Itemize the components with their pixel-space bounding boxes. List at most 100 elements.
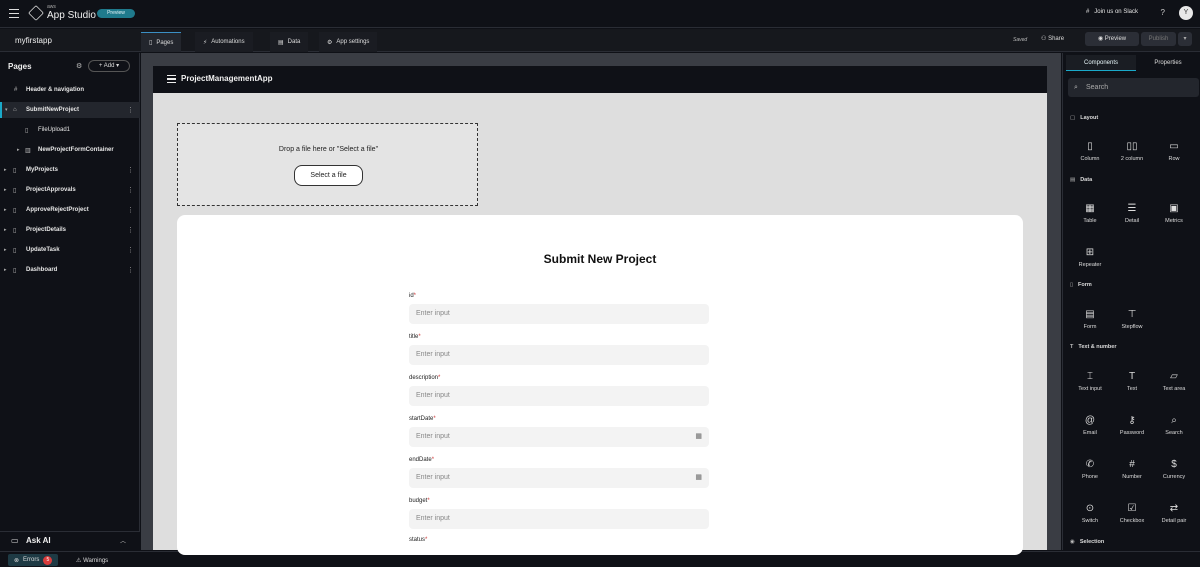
more-icon[interactable]: ⋮ (127, 106, 134, 114)
component-text-area[interactable]: ▱ Text area (1153, 371, 1195, 392)
title-input[interactable]: Enter input (409, 345, 709, 365)
avatar[interactable]: Y (1179, 6, 1193, 20)
component-switch[interactable]: ⊙ Switch (1069, 503, 1111, 524)
page-icon: ▯ (13, 207, 17, 214)
page-icon: ▯ (13, 227, 17, 234)
gear-icon[interactable]: ⚙ (76, 62, 82, 70)
component-form[interactable]: ▤ Form (1069, 309, 1111, 330)
chevron-up-icon[interactable]: ︿ (120, 536, 126, 545)
chevron-down-icon: ▾ (5, 107, 8, 113)
sidebar-item-updatetask[interactable]: ▸ ▯ UpdateTask ⋮ (0, 242, 140, 258)
component-number[interactable]: # Number (1111, 459, 1153, 480)
text-icon: T (1128, 371, 1136, 382)
component-email[interactable]: @ Email (1069, 415, 1111, 436)
chevron-down-icon[interactable]: ▾ (1178, 32, 1192, 46)
component-stepflow[interactable]: ⊤ Stepflow (1111, 309, 1153, 330)
more-icon[interactable]: ⋮ (127, 186, 134, 194)
help-icon[interactable]: ? (1161, 8, 1165, 17)
sidebar-item-projectapprovals[interactable]: ▸ ▯ ProjectApprovals ⋮ (0, 182, 140, 198)
layout-icon: ▢ (1070, 115, 1076, 121)
tab-components[interactable]: Components (1066, 55, 1136, 71)
container-icon: ▥ (25, 147, 31, 154)
component-column[interactable]: ▯ Column (1069, 141, 1111, 162)
sidebar-item-fileupload1[interactable]: ▯ FileUpload1 (0, 122, 140, 138)
id-input[interactable]: Enter input (409, 304, 709, 324)
component-text[interactable]: T Text (1111, 371, 1153, 392)
pages-title: Pages (8, 62, 32, 71)
app-preview-frame: ProjectManagementApp Drop a file here or… (153, 66, 1047, 555)
component-currency[interactable]: $ Currency (1153, 459, 1195, 480)
sidebar-item-myprojects[interactable]: ▸ ▯ MyProjects ⋮ (0, 162, 140, 178)
description-input[interactable]: Enter input (409, 386, 709, 406)
component-table[interactable]: ▦ Table (1069, 203, 1111, 224)
component-detail[interactable]: ☰ Detail (1111, 203, 1153, 224)
slack-link[interactable]: # Join us on Slack (1086, 9, 1138, 15)
sidebar-item-submitnewproject[interactable]: ▾ ⌂ SubmitNewProject ⋮ (0, 102, 140, 118)
enddate-input[interactable]: Enter input ▦ (409, 468, 709, 488)
top-bar: aws App Studio Preview # Join us on Slac… (0, 0, 1200, 28)
home-icon: ⌂ (13, 107, 17, 113)
component-detail-pair[interactable]: ⇄ Detail pair (1153, 503, 1195, 524)
component-password[interactable]: ⚷ Password (1111, 415, 1153, 436)
more-icon[interactable]: ⋮ (127, 266, 134, 274)
calendar-icon[interactable]: ▦ (695, 427, 702, 447)
sidebar-item-projectdetails[interactable]: ▸ ▯ ProjectDetails ⋮ (0, 222, 140, 238)
tab-app-settings[interactable]: ⚙ App settings (319, 32, 378, 52)
component-row[interactable]: ▭ Row (1153, 141, 1195, 162)
publish-button[interactable]: Publish (1141, 32, 1176, 46)
text-input-icon: ⌶ (1087, 371, 1093, 382)
field-label-budget: budget* (409, 498, 430, 504)
share-button[interactable]: ⚇ Share (1041, 35, 1064, 42)
sidebar-item-header-navigation[interactable]: # Header & navigation (0, 82, 140, 98)
select-file-button[interactable]: Select a file (294, 165, 363, 186)
component-phone[interactable]: ✆ Phone (1069, 459, 1111, 480)
ask-ai-label: Ask AI (26, 536, 51, 545)
more-icon[interactable]: ⋮ (127, 206, 134, 214)
tab-pages[interactable]: ▯ Pages (141, 32, 182, 52)
menu-icon[interactable] (167, 75, 176, 83)
more-icon[interactable]: ⋮ (127, 166, 134, 174)
errors-button[interactable]: ⊗ Errors 5 (8, 554, 59, 566)
more-icon[interactable]: ⋮ (127, 246, 134, 254)
budget-input[interactable]: Enter input (409, 509, 709, 529)
file-drop-zone[interactable]: Drop a file here or "Select a file" Sele… (177, 123, 478, 206)
sidebar-item-dashboard[interactable]: ▸ ▯ Dashboard ⋮ (0, 262, 140, 278)
dollar-icon: $ (1171, 459, 1177, 470)
slack-icon: # (1085, 9, 1090, 15)
tab-label: Automations (211, 39, 245, 45)
calendar-icon[interactable]: ▦ (695, 468, 702, 488)
tab-properties[interactable]: Properties (1136, 55, 1200, 71)
ask-ai-panel[interactable]: ▭ Ask AI ︿ (0, 531, 140, 550)
tab-automations[interactable]: ⚡ Automations (195, 32, 253, 52)
form-icon: ▯ (1070, 282, 1074, 288)
preview-button[interactable]: ◉ Preview (1085, 32, 1139, 46)
component-2-column[interactable]: ▯▯ 2 column (1111, 141, 1153, 162)
chat-icon: ▭ (11, 536, 19, 545)
at-sign-icon: @ (1084, 415, 1096, 426)
gear-icon: ⚙ (327, 39, 333, 46)
component-search[interactable]: ⌕ Search (1153, 415, 1195, 436)
component-repeater[interactable]: ⊞ Repeater (1069, 247, 1111, 268)
table-icon: ▦ (1085, 203, 1095, 214)
text-icon: T (1070, 344, 1074, 350)
chevron-right-icon: ▸ (17, 147, 20, 153)
chevron-right-icon: ▸ (4, 267, 7, 273)
chevron-right-icon: ▸ (4, 247, 7, 253)
component-text-input[interactable]: ⌶ Text input (1069, 371, 1111, 392)
section-data: ▤ Data (1070, 177, 1093, 183)
more-icon[interactable]: ⋮ (127, 226, 134, 234)
app-title: App Studio (47, 10, 96, 21)
warnings-button[interactable]: ⚠ Warnings (76, 557, 108, 564)
selection-icon: ◉ (1070, 539, 1075, 545)
add-page-button[interactable]: + Add ▾ (88, 60, 130, 72)
tab-data[interactable]: ▤ Data (270, 32, 309, 52)
component-checkbox[interactable]: ☑ Checkbox (1111, 503, 1153, 524)
section-form: ▯ Form (1070, 282, 1092, 288)
menu-icon[interactable] (9, 9, 19, 18)
startdate-input[interactable]: Enter input ▦ (409, 427, 709, 447)
sidebar-item-newprojectformcontainer[interactable]: ▸ ▥ NewProjectFormContainer (0, 142, 140, 158)
component-metrics[interactable]: ▣ Metrics (1153, 203, 1195, 224)
sidebar-item-approverejectproject[interactable]: ▸ ▯ ApproveRejectProject ⋮ (0, 202, 140, 218)
component-search-input[interactable]: ⌕ Search (1068, 78, 1199, 97)
stepflow-icon: ⊤ (1127, 309, 1137, 320)
